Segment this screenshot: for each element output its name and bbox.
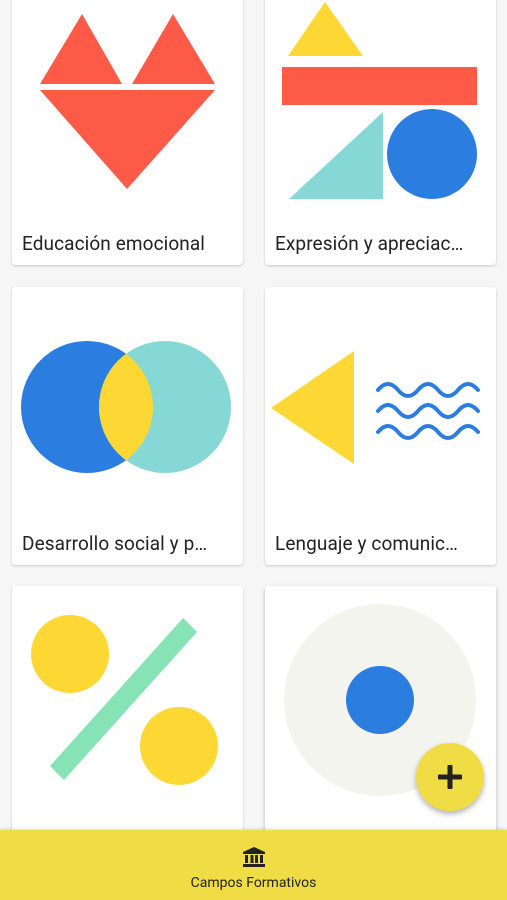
card-desarrollo-social[interactable]: Desarrollo social y p… [12, 287, 243, 565]
card-label: Desarrollo social y p… [22, 532, 208, 555]
venn-circles-illustration [21, 341, 231, 473]
nav-item-campos-formativos[interactable]: Campos Formativos [0, 830, 507, 900]
card-expresion-apreciacion[interactable]: Expresión y apreciac… [265, 0, 496, 265]
add-button[interactable] [416, 743, 484, 811]
bottom-navigation: Campos Formativos [0, 830, 507, 900]
plus-icon [438, 765, 462, 789]
card-pensamiento-matematico[interactable] [12, 586, 243, 846]
card-label: Lenguaje y comunic… [275, 532, 458, 555]
card-label: Educación emocional [22, 232, 206, 255]
card-lenguaje-comunicacion[interactable]: Lenguaje y comunic… [265, 287, 496, 565]
cards-grid: Educación emocional Expresión y apreciac… [0, 0, 507, 846]
percent-sign-illustration [31, 615, 218, 785]
triangle-and-waves-illustration [271, 351, 480, 464]
heart-triangles-illustration [40, 14, 215, 189]
card-label: Expresión y apreciac… [275, 232, 464, 255]
card-educacion-emocional[interactable]: Educación emocional [12, 0, 243, 265]
nav-label: Campos Formativos [190, 875, 317, 891]
institution-icon [243, 847, 265, 867]
shapes-composition-illustration [282, 2, 477, 199]
